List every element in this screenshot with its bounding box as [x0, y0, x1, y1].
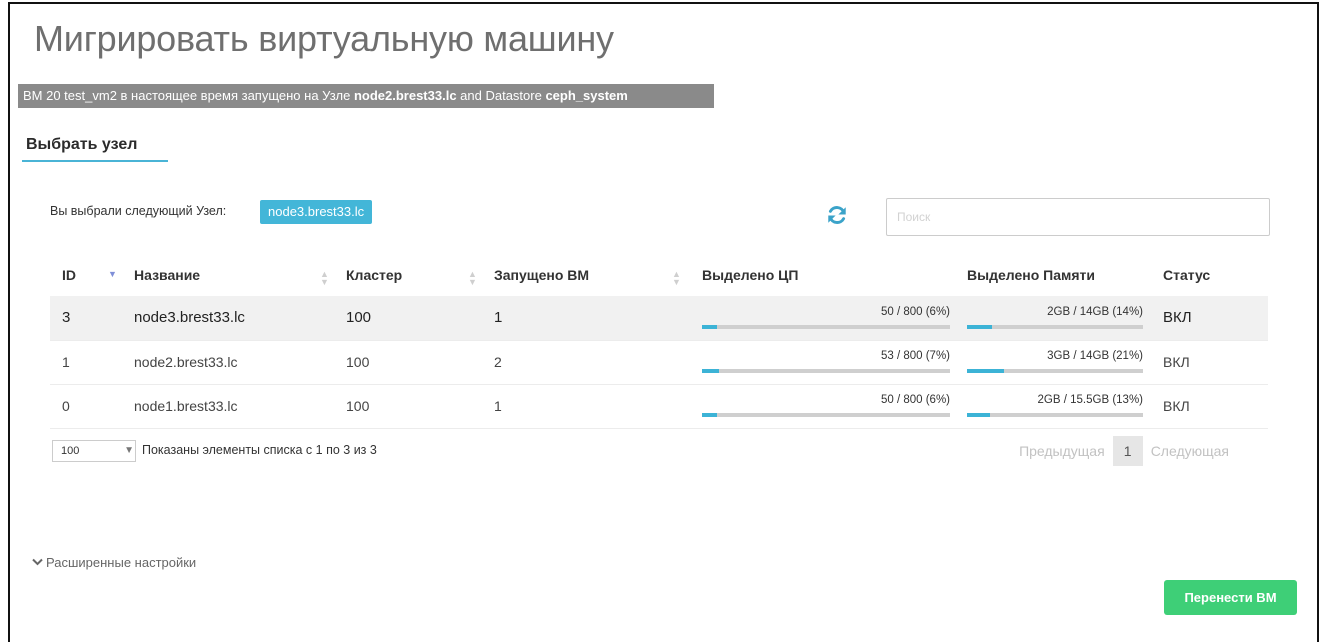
pagination: Предыдущая 1 Следующая [1011, 436, 1237, 466]
cpu-meter: 50 / 800 (6%) [702, 391, 950, 421]
column-header-memory[interactable]: Выделено Памяти [955, 254, 1151, 296]
selected-host-label: Вы выбрали следующий Узел: [50, 204, 227, 218]
cell-running-vms: 2 [494, 354, 502, 370]
info-middle: and Datastore [456, 88, 546, 103]
cell-memory: 2GB / 15.5GB (13%) [955, 384, 1151, 428]
memory-meter-track [967, 324, 1143, 329]
table-row[interactable]: 1 node2.brest33.lc 100 2 53 / 800 (7%) 3… [50, 340, 1268, 384]
table-row[interactable]: 3 node3.brest33.lc 100 1 50 / 800 (6%) 2… [50, 296, 1268, 340]
cpu-meter: 50 / 800 (6%) [702, 303, 950, 333]
cpu-meter-fill [702, 324, 717, 329]
column-header-cluster[interactable]: Кластер ▲ ▼ [334, 254, 482, 296]
cpu-meter-label: 50 / 800 (6%) [880, 305, 950, 318]
cpu-meter: 53 / 800 (7%) [702, 347, 950, 377]
cpu-meter-label: 50 / 800 (6%) [880, 394, 950, 406]
cell-status: ВКЛ [1151, 296, 1268, 340]
sort-icon: ▲ ▼ [672, 269, 681, 287]
cell-name: node2.brest33.lc [134, 354, 238, 370]
migrate-dialog: Мигрировать виртуальную машину ВМ 20 tes… [8, 2, 1319, 642]
memory-meter: 2GB / 15.5GB (13%) [967, 391, 1143, 421]
cell-cluster: 100 [346, 398, 370, 414]
refresh-icon[interactable] [826, 204, 848, 226]
cell-name: node3.brest33.lc [122, 296, 334, 340]
table-header-row: ID ▼ Название ▲ ▼ Кластер ▲ ▼ Запущено ВМ … [50, 254, 1268, 296]
chevron-down-icon [32, 558, 43, 566]
memory-meter-track [967, 369, 1143, 373]
memory-meter-label: 3GB / 14GB (21%) [1047, 350, 1143, 362]
sort-icon: ▲ ▼ [468, 269, 477, 287]
column-header-id[interactable]: ID ▼ [50, 254, 122, 296]
column-header-name[interactable]: Название ▲ ▼ [122, 254, 334, 296]
memory-meter-fill [967, 413, 990, 417]
cell-id: 1 [62, 354, 70, 370]
page-length-select[interactable]: 100 ▼ [52, 440, 136, 462]
memory-meter-fill [967, 369, 1004, 373]
advanced-options-label: Расширенные настройки [46, 555, 197, 570]
cell-cpu: 50 / 800 (6%) [690, 296, 955, 340]
caret-down-icon: ▼ [124, 445, 134, 456]
cpu-meter-label: 53 / 800 (7%) [880, 350, 950, 362]
cell-id: 0 [62, 398, 70, 414]
cpu-meter-fill [702, 369, 720, 373]
cell-cluster: 100 [346, 354, 370, 370]
cell-name: node1.brest33.lc [134, 398, 238, 414]
sort-icon: ▲ ▼ [320, 269, 329, 287]
memory-meter-fill [967, 324, 992, 329]
column-header-status[interactable]: Статус [1151, 254, 1268, 296]
cpu-meter-fill [702, 413, 717, 417]
info-host: node2.brest33.lc [353, 88, 457, 103]
info-prefix: ВМ 20 test_vm2 в настоящее время запущен… [23, 88, 354, 103]
info-datastore: ceph_system [545, 88, 628, 103]
advanced-options-toggle[interactable]: Расширенные настройки [32, 555, 196, 570]
page-number-button[interactable]: 1 [1112, 436, 1143, 466]
cell-id: 3 [50, 296, 122, 340]
cell-running-vms: 1 [482, 296, 690, 340]
memory-meter: 2GB / 14GB (14%) [967, 303, 1143, 333]
tab-select-host[interactable]: Выбрать узел [22, 136, 168, 162]
selected-host-badge: node3.brest33.lc [260, 200, 373, 224]
search-input[interactable] [886, 198, 1270, 236]
cpu-meter-track [702, 324, 950, 329]
column-header-cpu[interactable]: Выделено ЦП [690, 254, 955, 296]
cell-cpu: 53 / 800 (7%) [690, 340, 955, 384]
table-row[interactable]: 0 node1.brest33.lc 100 1 50 / 800 (6%) 2… [50, 384, 1268, 428]
cpu-meter-track [702, 369, 950, 373]
cell-status: ВКЛ [1163, 398, 1190, 414]
column-header-running-vms[interactable]: Запущено ВМ ▲ ▼ [482, 254, 690, 296]
next-page-button[interactable]: Следующая [1143, 443, 1237, 459]
table-info: Показаны элементы списка с 1 по 3 из 3 [142, 443, 377, 457]
dialog-title: Мигрировать виртуальную машину [34, 18, 614, 59]
memory-meter-label: 2GB / 15.5GB (13%) [1037, 394, 1143, 406]
memory-meter-track [967, 413, 1143, 417]
cell-running-vms: 1 [494, 398, 502, 414]
cell-cluster: 100 [334, 296, 482, 340]
cell-cpu: 50 / 800 (6%) [690, 384, 955, 428]
previous-page-button[interactable]: Предыдущая [1011, 443, 1113, 459]
memory-meter: 3GB / 14GB (21%) [967, 347, 1143, 377]
hosts-table: ID ▼ Название ▲ ▼ Кластер ▲ ▼ Запущено ВМ … [50, 254, 1268, 429]
cell-status: ВКЛ [1163, 354, 1190, 370]
cell-memory: 2GB / 14GB (14%) [955, 296, 1151, 340]
memory-meter-label: 2GB / 14GB (14%) [1047, 305, 1143, 318]
migrate-button[interactable]: Перенести ВМ [1164, 580, 1297, 615]
sort-desc-icon: ▼ [108, 269, 117, 279]
cell-memory: 3GB / 14GB (21%) [955, 340, 1151, 384]
migration-info-banner: ВМ 20 test_vm2 в настоящее время запущен… [18, 84, 714, 108]
cpu-meter-track [702, 413, 950, 417]
page-length-value: 100 [61, 445, 80, 457]
